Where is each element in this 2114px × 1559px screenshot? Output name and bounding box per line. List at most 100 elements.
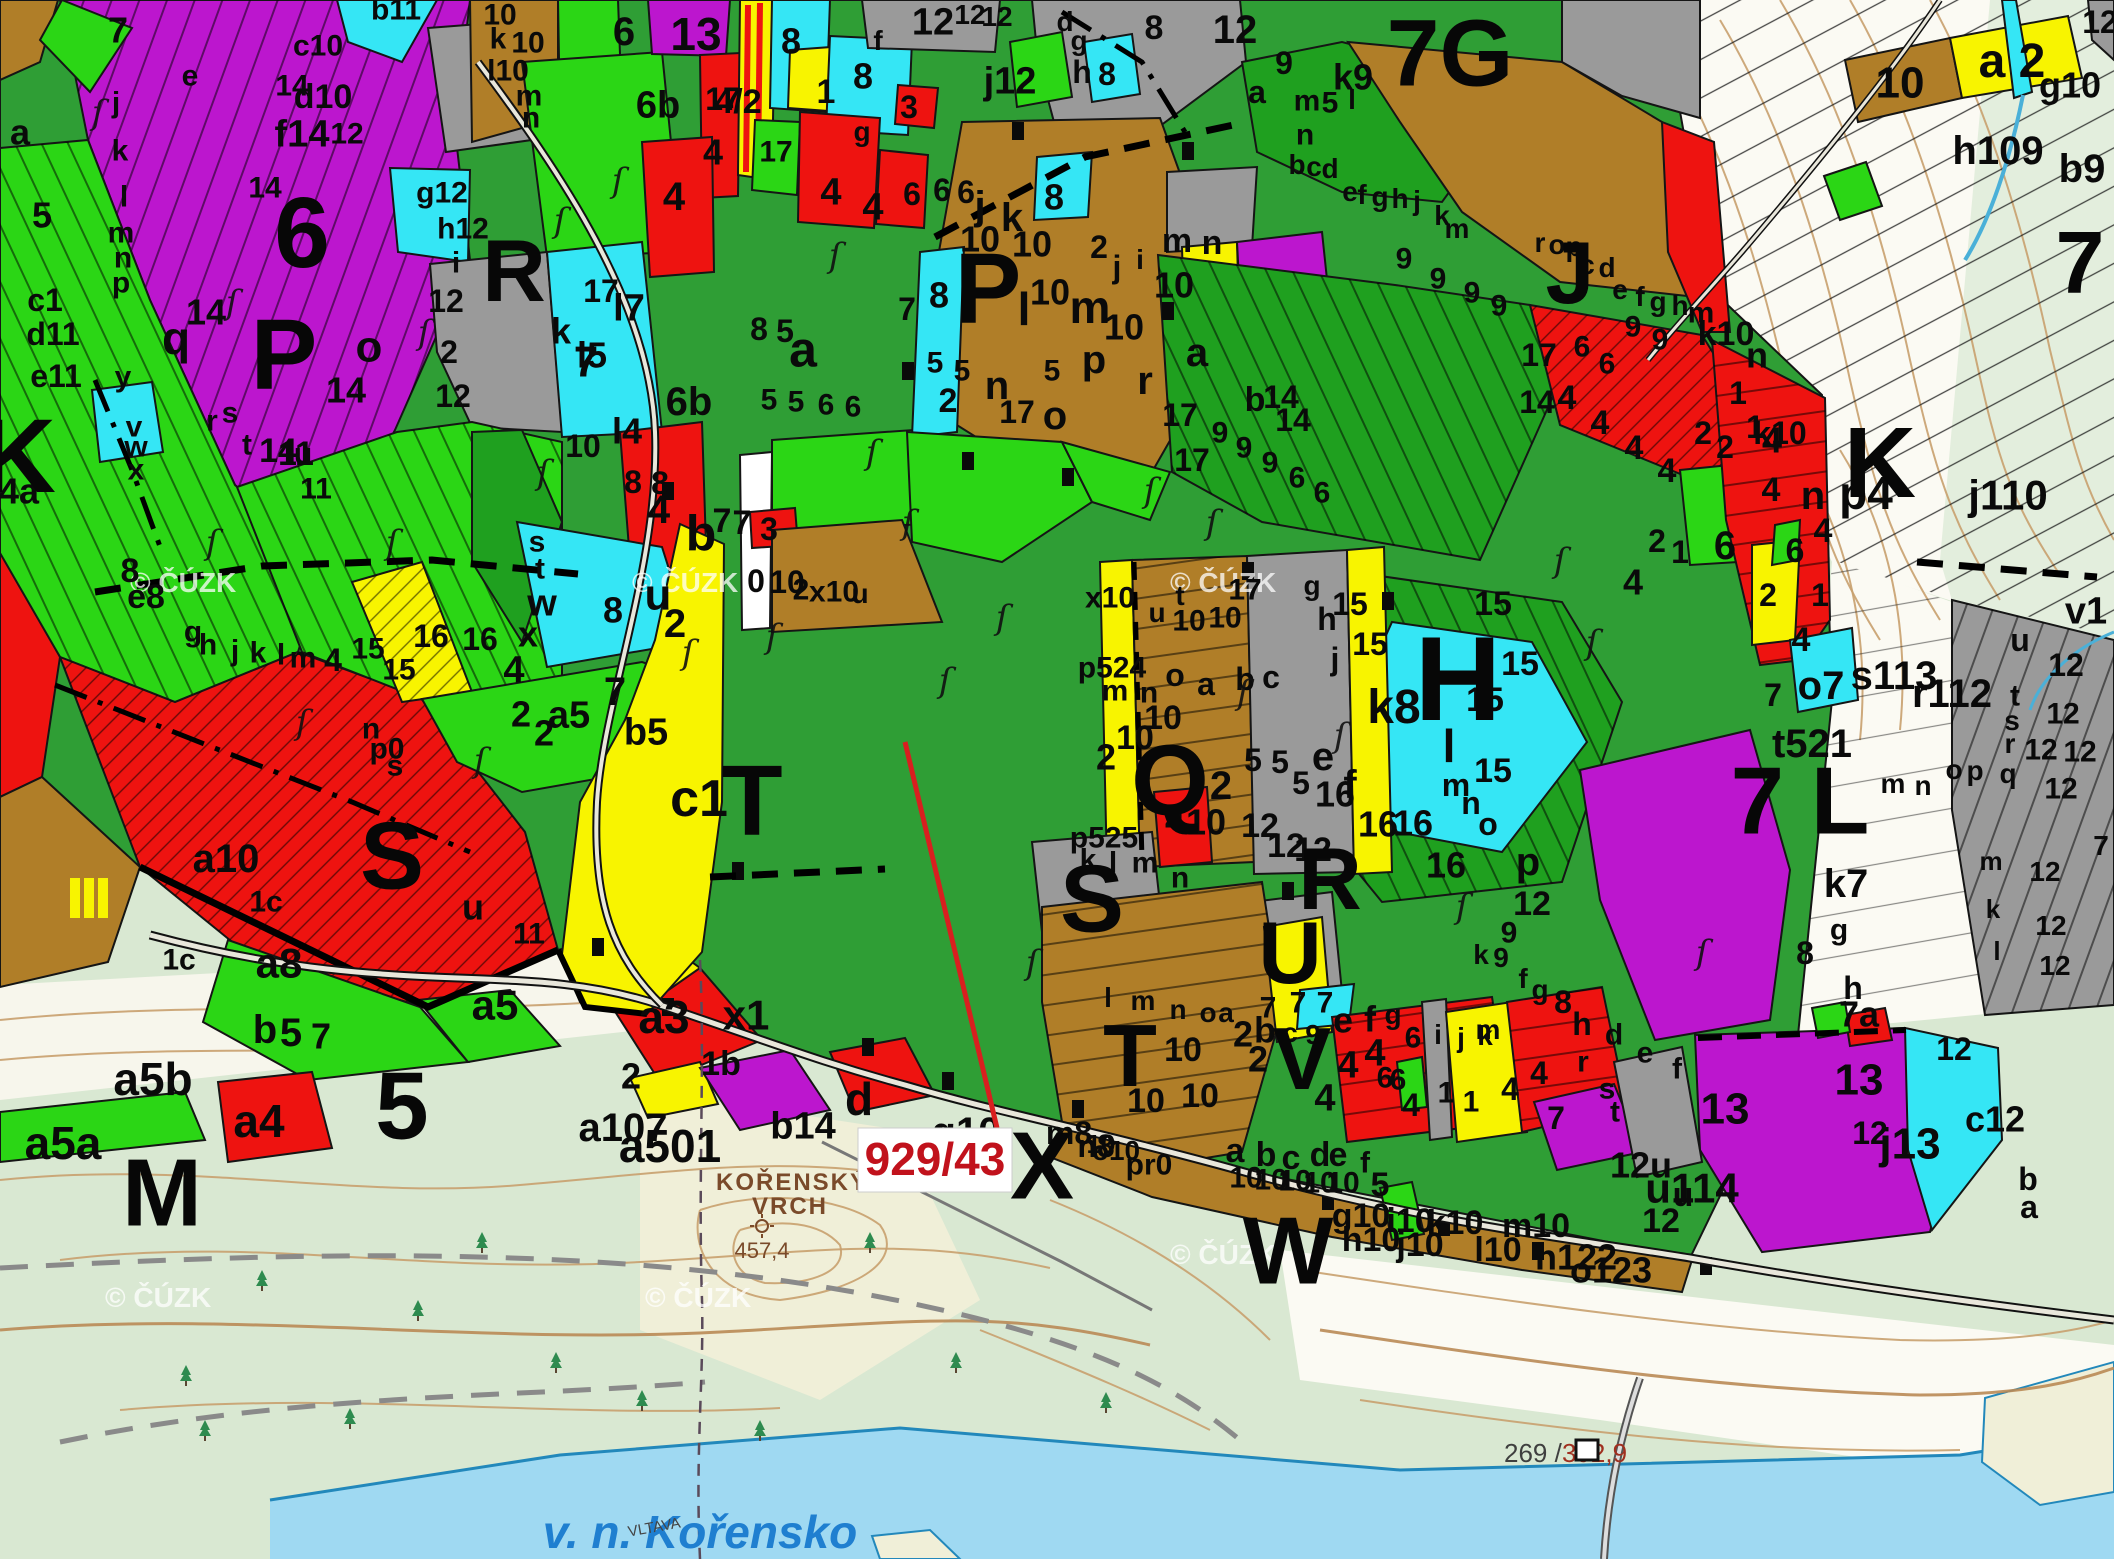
parcel-label: u — [1148, 597, 1165, 628]
parcel-label: 13 — [1701, 1084, 1750, 1133]
parcel-label: 1 — [817, 73, 836, 111]
parcel-label: 4 — [1792, 621, 1811, 659]
summit-name-line2: VRCH — [752, 1193, 828, 1220]
parcel-label: 8 — [1796, 935, 1814, 971]
parcel-label: c12 — [1965, 1099, 2025, 1140]
parcel-label: 17 — [759, 136, 792, 169]
parcel-label: 8 — [1044, 177, 1064, 218]
section-letter: X — [1010, 1113, 1074, 1220]
parcel-label: 17 — [999, 394, 1035, 430]
parcel-label: 10 — [1030, 272, 1070, 313]
section-letter: T — [1103, 1006, 1157, 1105]
parcel-label: 12 — [981, 1, 1012, 32]
parcel-label: 1c — [249, 886, 282, 919]
parcel-label: u — [294, 438, 312, 471]
parcel-label: 9 — [1262, 447, 1279, 480]
parcel-label: h — [1572, 1006, 1592, 1042]
parcel-label: 12 — [2044, 773, 2077, 806]
parcel-label: f — [1343, 763, 1357, 807]
parcel-label: 7 — [1764, 677, 1782, 713]
parcel-label: 6 — [845, 391, 862, 424]
parcel-label: n — [1746, 335, 1768, 376]
parcel-label: k — [551, 311, 572, 352]
parcel-label: 6 — [1786, 532, 1805, 570]
parcel-label: 4/2 — [714, 83, 761, 121]
parcel-polygon — [1952, 600, 2114, 1015]
parcel-label: 5 — [954, 355, 971, 388]
parcel-label: 2 — [511, 694, 531, 735]
section-letter: H — [1415, 612, 1502, 746]
parcel-label: 4 — [820, 171, 841, 213]
parcel-label: 16 — [1426, 845, 1466, 886]
parcel-label: 10 — [1154, 265, 1194, 306]
section-letter: S — [1060, 846, 1124, 953]
parcel-label: 10 — [1326, 1167, 1359, 1200]
section-letter: U — [1258, 903, 1322, 1002]
parcel-label: k8 — [1367, 681, 1420, 734]
parcel-label: 4 — [1591, 404, 1610, 442]
parcel-label: 10 — [565, 428, 601, 464]
parcel-label: 5 — [776, 313, 794, 349]
parcel-label: g — [1303, 570, 1320, 601]
section-letter: K — [0, 398, 56, 515]
parcel-label: 12 — [428, 283, 464, 319]
parcel-label: g — [1384, 999, 1401, 1030]
parcel-label: a501 — [619, 1120, 721, 1172]
parcel-label: a — [10, 112, 31, 153]
parcel-label: i — [452, 247, 460, 280]
parcel-label: 15 — [1501, 645, 1539, 683]
parcel-label: k10 — [1753, 415, 1806, 451]
parcel-label: 2 — [1648, 523, 1666, 559]
section-letter: P — [955, 233, 1022, 345]
parcel-label: 12 — [2082, 4, 2114, 40]
boundary-mark — [592, 938, 604, 956]
parcel-label: 5 — [1322, 87, 1339, 120]
parcel-label: 3 — [900, 89, 918, 125]
parcel-label: 1 — [1811, 577, 1829, 613]
parcel-label: n — [1296, 119, 1314, 152]
parcel-label: 8 — [853, 56, 873, 97]
parcel-label: m — [1979, 846, 2002, 876]
parcel-label: d — [1321, 153, 1338, 184]
parcel-label: g12 — [416, 177, 468, 210]
parcel-label: d — [845, 1073, 873, 1125]
parcel-label: o — [1478, 806, 1498, 842]
parcel-label: 12 — [2035, 910, 2066, 941]
parcel-label: b14 — [770, 1105, 835, 1147]
parcel-label: 9 — [1212, 417, 1229, 450]
parcel-label: t — [242, 429, 252, 462]
parcel-label: r — [2005, 728, 2016, 759]
parcel-label: 9 — [1430, 263, 1447, 296]
parcel-polygon — [70, 878, 80, 918]
parcel-label: c1 — [27, 282, 63, 318]
parcel-label: 1 — [1671, 534, 1689, 570]
parcel-label: o — [1043, 394, 1067, 438]
boundary-mark — [1382, 592, 1394, 610]
parcel-label: x10 — [1085, 582, 1135, 615]
parcel-label: 10 — [1164, 1031, 1202, 1069]
parcel-label: m — [1881, 768, 1906, 799]
parcel-label: 6 — [1405, 1022, 1422, 1055]
parcel-label: c — [1306, 151, 1322, 182]
parcel-label: 5 — [761, 384, 778, 417]
section-letter: R — [482, 221, 546, 320]
parcel-label: k — [1986, 894, 2001, 924]
parcel-label: 12 — [1852, 1115, 1888, 1151]
parcel-polygon — [98, 878, 108, 918]
cadastral-map-viewport[interactable]: © ČÚZK © ČÚZK © ČÚZK © ČÚZK © ČÚZK © ČÚZ… — [0, 0, 2114, 1559]
parcel-label: l — [120, 181, 128, 214]
parcel-label: a5b — [113, 1053, 192, 1105]
parcel-label: m — [1294, 85, 1321, 118]
parcel-label: 14 — [186, 292, 226, 333]
boundary-mark — [1182, 142, 1194, 160]
parcel-polygon — [84, 878, 94, 918]
section-letter: Q — [1131, 725, 1209, 837]
parcel-label: k — [250, 637, 267, 670]
parcel-label: 2 — [440, 334, 458, 370]
cadastral-map: © ČÚZK © ČÚZK © ČÚZK © ČÚZK © ČÚZK © ČÚZ… — [0, 0, 2114, 1559]
parcel-label: h109 — [1952, 129, 2043, 173]
parcel-label: i — [1136, 244, 1144, 275]
parcel-label: r — [1577, 1046, 1589, 1079]
parcel-label: j — [1330, 641, 1340, 677]
parcel-label: d10 — [294, 78, 353, 116]
